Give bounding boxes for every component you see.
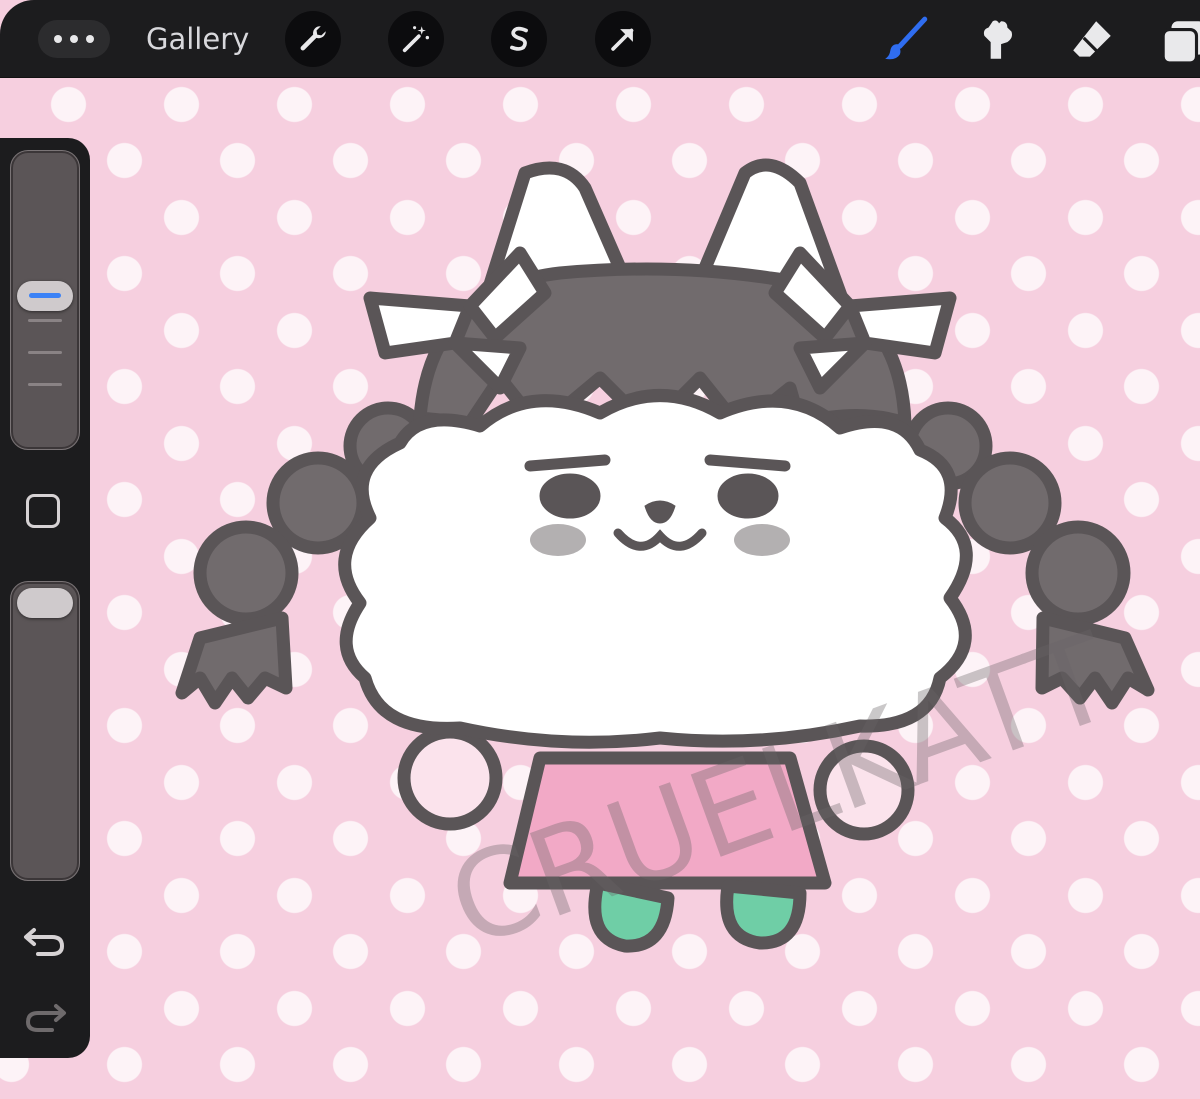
right-foot bbox=[720, 879, 807, 950]
redo-icon[interactable] bbox=[22, 996, 68, 1036]
selection-s-icon bbox=[510, 26, 528, 51]
undo-icon[interactable] bbox=[22, 920, 68, 960]
left-arm bbox=[397, 725, 503, 831]
brush-icon bbox=[885, 16, 928, 60]
modify-square-icon[interactable] bbox=[26, 494, 60, 528]
magic-wand-icon bbox=[402, 26, 430, 53]
layers-icon bbox=[1161, 21, 1200, 65]
top-toolbar: Gallery bbox=[0, 0, 1200, 78]
opacity-slider[interactable] bbox=[10, 581, 80, 881]
slider-tick bbox=[28, 383, 62, 386]
actions-button[interactable] bbox=[285, 11, 341, 67]
dot-icon bbox=[86, 35, 94, 43]
smudge-tool-button[interactable] bbox=[973, 14, 1025, 66]
opacity-handle[interactable] bbox=[17, 588, 73, 618]
drawing-canvas[interactable]: CRUELKATT bbox=[0, 78, 1200, 1099]
dot-icon bbox=[54, 35, 62, 43]
more-actions-button[interactable] bbox=[38, 20, 110, 58]
smudge-icon bbox=[983, 20, 1013, 59]
active-indicator bbox=[29, 293, 61, 298]
eraser-icon bbox=[1073, 21, 1111, 57]
slider-tick bbox=[28, 319, 62, 322]
brush-tool-button[interactable] bbox=[880, 14, 932, 66]
adjustments-button[interactable] bbox=[388, 11, 444, 67]
slider-tick bbox=[28, 351, 62, 354]
wrench-icon bbox=[300, 26, 326, 51]
selection-button[interactable] bbox=[491, 11, 547, 67]
layers-button[interactable] bbox=[1158, 14, 1200, 66]
transform-arrow-icon bbox=[611, 28, 634, 51]
gallery-button[interactable]: Gallery bbox=[146, 18, 249, 60]
brush-size-slider[interactable] bbox=[10, 150, 80, 450]
eraser-tool-button[interactable] bbox=[1066, 14, 1118, 66]
left-sidebar bbox=[0, 138, 90, 1058]
artwork: CRUELKATT bbox=[175, 158, 1155, 975]
brush-size-handle[interactable] bbox=[17, 281, 73, 311]
transform-button[interactable] bbox=[595, 11, 651, 67]
dot-icon bbox=[70, 35, 78, 43]
